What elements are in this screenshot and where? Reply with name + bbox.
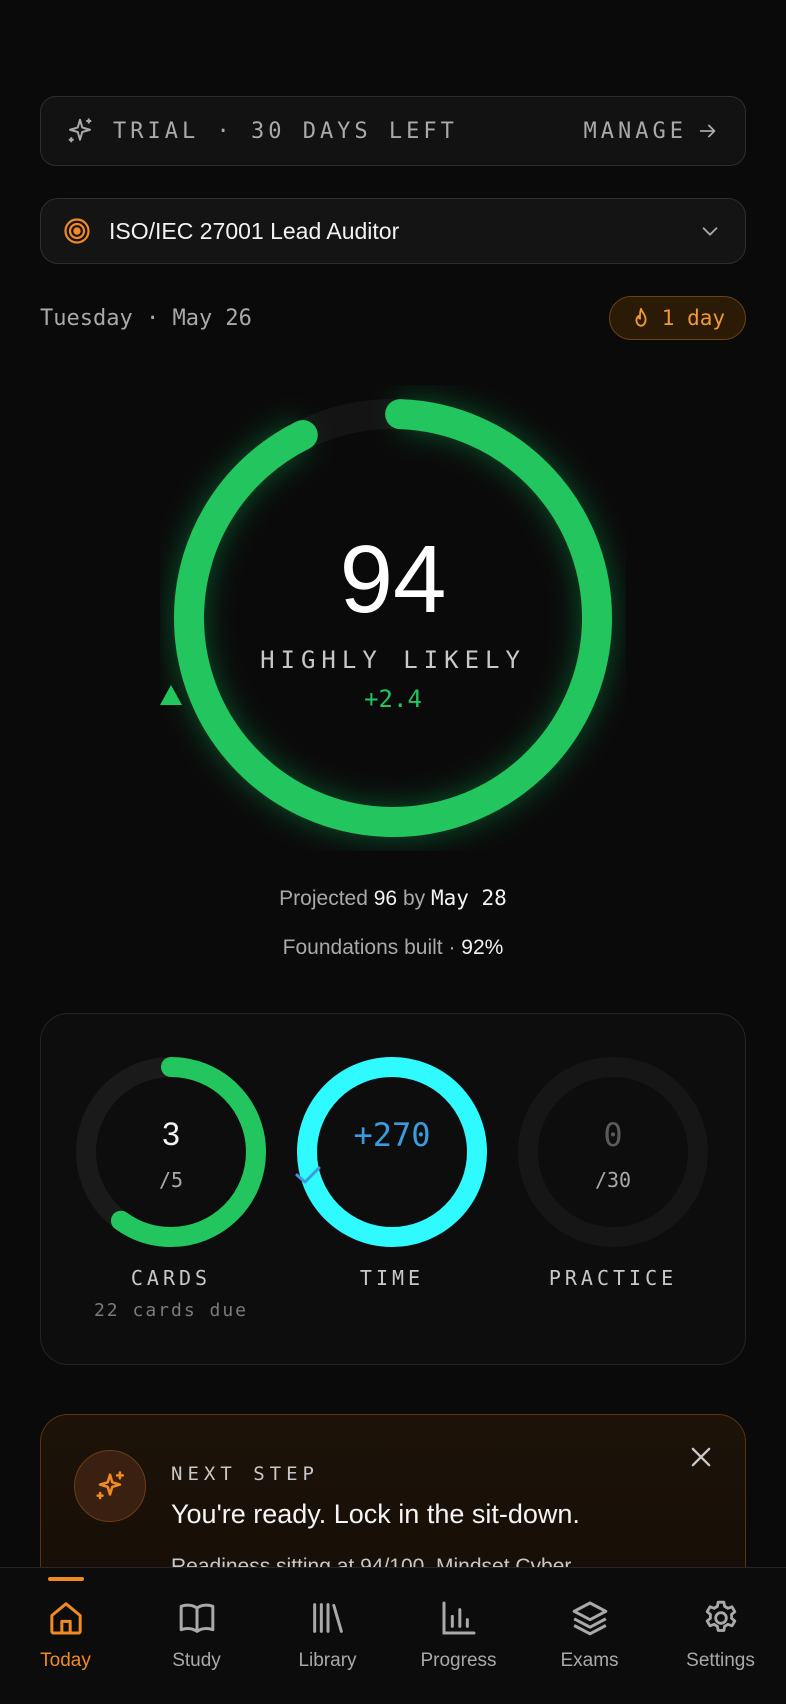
tab-library-label: Library: [298, 1650, 357, 1671]
target-icon: [64, 218, 90, 244]
certification-select[interactable]: ISO/IEC 27001 Lead Auditor: [40, 198, 746, 264]
trial-text: TRIAL · 30 DAYS LEFT: [113, 118, 458, 144]
projected-prefix: Projected: [279, 887, 368, 910]
cards-ring[interactable]: 3 /5: [73, 1054, 269, 1250]
tab-settings-label: Settings: [686, 1650, 755, 1671]
foundations-prefix: Foundations built ·: [282, 936, 456, 959]
check-icon: [295, 1166, 321, 1184]
bottom-tab-bar: Today Study Library Progress Exams Setti…: [0, 1567, 786, 1704]
certification-name: ISO/IEC 27001 Lead Auditor: [109, 217, 400, 244]
cards-due: 22 cards due: [93, 1300, 249, 1321]
readiness-score: 94: [339, 526, 447, 633]
time-ring[interactable]: +270: [294, 1054, 490, 1250]
chart-icon: [442, 1601, 475, 1635]
tab-exams[interactable]: Exams: [524, 1568, 655, 1704]
tab-study-label: Study: [172, 1650, 221, 1671]
next-step-badge: [74, 1450, 146, 1522]
readiness-label: HIGHLY LIKELY: [260, 646, 526, 674]
streak-count: 1 day: [661, 306, 725, 330]
home-icon: [49, 1602, 82, 1635]
sparkle-icon: [68, 118, 92, 143]
projected-date: May 28: [430, 886, 507, 910]
library-icon: [312, 1603, 343, 1633]
practice-label: PRACTICE: [548, 1266, 678, 1290]
practice-value: 0: [603, 1116, 623, 1154]
arrow-right-icon: [699, 124, 716, 138]
chevron-down-icon: [702, 227, 718, 236]
cards-label: CARDS: [130, 1266, 212, 1290]
cards-total: /5: [158, 1168, 184, 1192]
tab-today[interactable]: Today: [0, 1568, 131, 1704]
projected-score: Projected 96 by May 28: [0, 886, 786, 911]
time-label: TIME: [359, 1266, 425, 1290]
manage-label: MANAGE: [583, 118, 687, 144]
sparkle-icon: [96, 1471, 125, 1500]
practice-total: /30: [594, 1168, 632, 1192]
tab-exams-label: Exams: [560, 1650, 619, 1671]
date-row: Tuesday · May 26 1 day: [40, 296, 746, 340]
flame-icon: [635, 307, 647, 327]
streak-badge[interactable]: 1 day: [608, 296, 746, 340]
readiness-gauge: 94 HIGHLY LIKELY +2.4: [160, 385, 626, 851]
book-icon: [179, 1603, 214, 1633]
gear-icon: [705, 1600, 736, 1632]
trial-banner[interactable]: TRIAL · 30 DAYS LEFT MANAGE: [40, 96, 746, 166]
next-step-headline: You're ready. Lock in the sit-down.: [171, 1499, 580, 1529]
foundations-value: 92%: [461, 936, 504, 959]
time-value: +270: [353, 1116, 431, 1154]
triangle-up-icon: [160, 685, 182, 705]
manage-link[interactable]: MANAGE: [584, 119, 719, 144]
tab-settings[interactable]: Settings: [655, 1568, 786, 1704]
layers-icon: [572, 1601, 607, 1636]
close-icon[interactable]: [687, 1443, 715, 1471]
foundations-built: Foundations built · 92%: [0, 936, 786, 960]
tab-today-label: Today: [40, 1650, 91, 1671]
readiness-delta: +2.4: [160, 685, 626, 713]
tab-progress[interactable]: Progress: [393, 1568, 524, 1704]
projected-value: 96: [373, 887, 398, 910]
current-date: Tuesday · May 26: [40, 305, 252, 331]
tab-progress-label: Progress: [420, 1650, 497, 1671]
tab-library[interactable]: Library: [262, 1568, 393, 1704]
tab-study[interactable]: Study: [131, 1568, 262, 1704]
next-step-eyebrow: NEXT STEP: [171, 1463, 319, 1485]
practice-ring[interactable]: 0 /30: [515, 1054, 711, 1250]
projected-by: by: [402, 887, 426, 910]
active-tab-indicator: [47, 1577, 84, 1581]
readiness-delta-value: +2.4: [364, 685, 422, 713]
cards-value: 3: [162, 1116, 180, 1152]
daily-goals-card: 3 /5 CARDS 22 cards due +270 TIME 0 /30 …: [40, 1013, 746, 1365]
